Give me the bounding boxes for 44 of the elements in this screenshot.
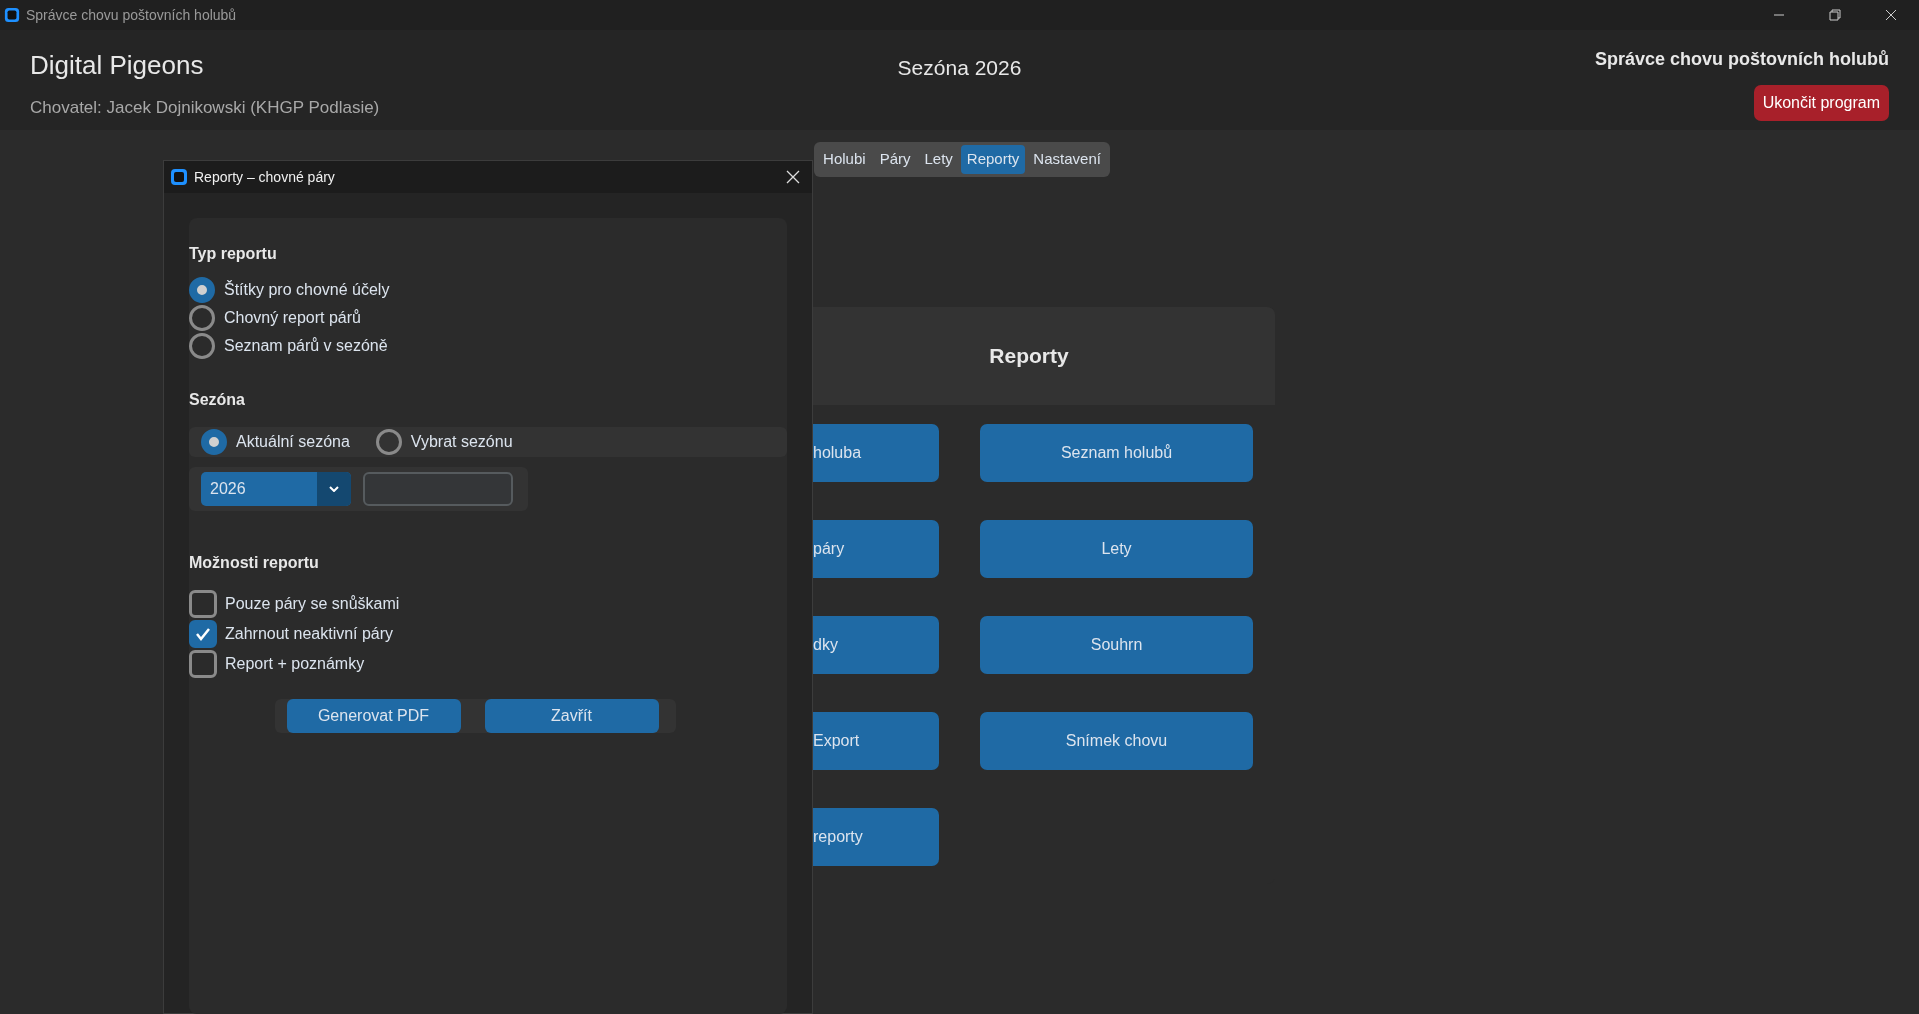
tab[interactable]: Lety [918, 145, 959, 174]
radio-option[interactable]: Chovný report párů [189, 304, 361, 332]
section-heading: Možnosti reportu [189, 553, 320, 573]
report-button[interactable]: holuba [813, 423, 939, 482]
report-button[interactable]: reporty [813, 807, 939, 866]
season-input-field[interactable] [363, 472, 513, 506]
checkbox-option[interactable]: Pouze páry se snůškami [189, 589, 400, 619]
radio-option[interactable]: Seznam párů v sezóně [189, 332, 388, 360]
report-button[interactable]: páry [813, 519, 939, 578]
tab[interactable]: Nastavení [1027, 145, 1107, 174]
app-icon [4, 7, 20, 23]
tab[interactable]: Páry [873, 145, 917, 174]
restore-icon[interactable] [1829, 9, 1841, 21]
report-button[interactable]: Lety [980, 519, 1253, 578]
close-icon[interactable] [1885, 9, 1897, 21]
section-heading: Typ reportu [189, 244, 278, 264]
chevron-icon [329, 486, 339, 492]
app-icon [170, 168, 188, 186]
report-button[interactable]: Seznam holubů [980, 423, 1253, 482]
report-button[interactable]: Snímek chovu [980, 711, 1253, 770]
dialog-button[interactable]: Generovat PDF [286, 699, 461, 733]
exit-button[interactable]: Ukončit program [1753, 85, 1889, 121]
checkbox-option[interactable]: Report + poznámky [189, 649, 365, 679]
dialog-button[interactable]: Zavřít [484, 699, 659, 733]
section-heading: Sezóna [189, 390, 246, 410]
report-button[interactable]: Souhrn [980, 615, 1253, 674]
dialog-title: Reporty – chovné páry [194, 167, 335, 187]
report-button[interactable]: Export [813, 711, 939, 770]
season-label: Sezóna 2026 [897, 56, 1022, 79]
radio-option[interactable]: Vybrat sezónu [375, 428, 513, 456]
panel-title: Reporty [989, 342, 1069, 369]
tab[interactable]: Holubi [817, 145, 872, 174]
tab[interactable]: Reporty [960, 145, 1026, 174]
checkbox-option[interactable]: Zahrnout neaktivní páry [189, 619, 394, 649]
app-name: Digital Pigeons [30, 49, 205, 82]
year-dropdown[interactable]: 2026 [201, 472, 351, 506]
radio-option[interactable]: Aktuální sezóna [201, 428, 350, 456]
window-title: Správce chovu poštovních holubů [26, 5, 237, 25]
breeder-label: Chovatel: Jacek Dojnikowski (KHGP Podlasie) [30, 97, 381, 119]
report-button[interactable]: dky [813, 615, 939, 674]
check-icon [195, 627, 211, 641]
close-icon[interactable] [786, 170, 800, 184]
radio-option[interactable]: Štítky pro chovné účely [189, 276, 390, 304]
app-title: Správce chovu poštovních holubů [1593, 48, 1889, 71]
